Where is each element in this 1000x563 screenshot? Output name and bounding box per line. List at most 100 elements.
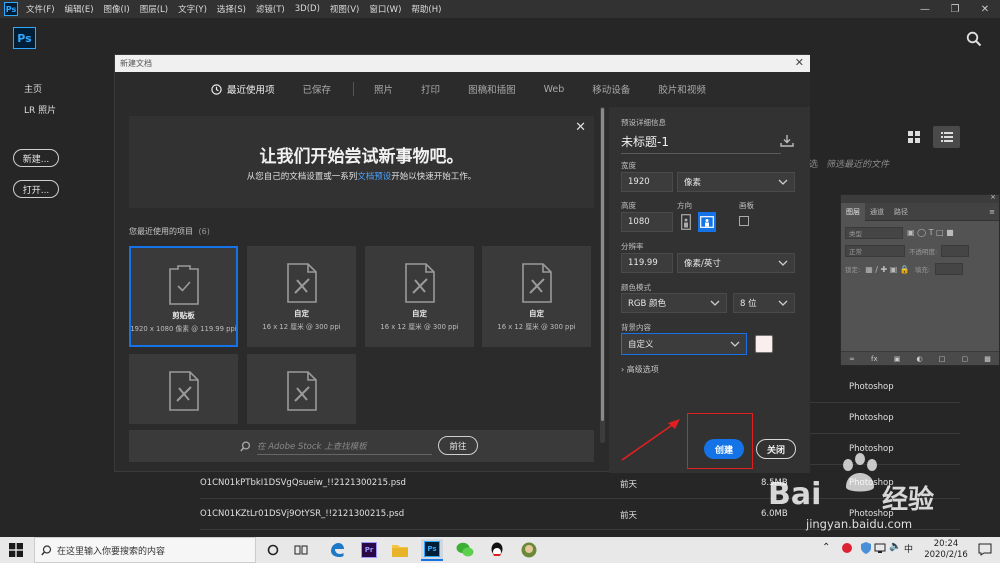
tray-shield-icon[interactable]: [860, 542, 872, 554]
resolution-input[interactable]: 119.99: [621, 253, 673, 273]
height-input[interactable]: 1080: [621, 212, 673, 232]
taskbar-search-input[interactable]: 在这里输入你要搜索的内容: [34, 537, 256, 563]
premiere-icon[interactable]: Pr: [358, 539, 380, 561]
menu-help[interactable]: 帮助(H): [411, 3, 441, 15]
qq-icon[interactable]: [486, 539, 508, 561]
grid-view-icon[interactable]: [903, 127, 925, 147]
mask-icon[interactable]: ▣: [894, 355, 901, 363]
panel-menu-icon[interactable]: ≡: [989, 208, 995, 216]
artboard-checkbox[interactable]: [739, 216, 749, 226]
advanced-options-toggle[interactable]: › 高级选项: [621, 364, 659, 375]
tab-saved[interactable]: 已保存: [303, 82, 332, 96]
preset-tabs: 最近使用项 已保存 照片 打印 图稿和插图 Web 移动设备 胶片和视频: [115, 72, 810, 106]
tab-paths[interactable]: 路径: [889, 207, 913, 217]
color-mode-select[interactable]: RGB 颜色: [621, 293, 727, 313]
tray-chevron-icon[interactable]: ⌃: [822, 542, 830, 553]
tab-film-video[interactable]: 胶片和视频: [658, 82, 706, 96]
menu-edit[interactable]: 编辑(E): [65, 3, 94, 15]
background-color-swatch[interactable]: [755, 335, 773, 353]
save-preset-icon[interactable]: [780, 135, 794, 147]
sidebar-item-home[interactable]: 主页: [24, 82, 42, 95]
preset-card[interactable]: [247, 354, 356, 424]
document-name-input[interactable]: 未标题-1: [621, 133, 781, 154]
sidebar-item-lr-photos[interactable]: LR 照片: [24, 103, 56, 116]
task-view-icon[interactable]: [290, 539, 312, 561]
list-view-icon[interactable]: [933, 126, 960, 148]
preset-card[interactable]: 自定 16 x 12 厘米 @ 300 ppi: [365, 246, 474, 347]
menu-image[interactable]: 图像(I): [104, 3, 130, 15]
menu-type[interactable]: 文字(Y): [178, 3, 207, 15]
clock[interactable]: 20:24 2020/2/16: [922, 539, 970, 561]
create-button[interactable]: 创建: [704, 439, 744, 459]
go-button[interactable]: 前往: [438, 436, 478, 455]
open-button[interactable]: 打开...: [13, 180, 59, 198]
menu-select[interactable]: 选择(S): [217, 3, 246, 15]
network-icon[interactable]: [874, 542, 886, 554]
preset-card[interactable]: 自定 16 x 12 厘米 @ 300 ppi: [482, 246, 591, 347]
width-input[interactable]: 1920: [621, 172, 673, 192]
menu-window[interactable]: 窗口(W): [369, 3, 401, 15]
restore-button[interactable]: ❐: [940, 0, 970, 18]
edge-icon[interactable]: [326, 539, 348, 561]
fx-icon[interactable]: fx: [871, 355, 878, 363]
resolution-unit-select[interactable]: 像素/英寸: [677, 253, 795, 273]
preset-card[interactable]: [129, 354, 238, 424]
tab-mobile[interactable]: 移动设备: [592, 82, 630, 96]
menu-view[interactable]: 视图(V): [330, 3, 359, 15]
tab-web[interactable]: Web: [544, 84, 565, 95]
blend-mode-select[interactable]: 正常: [845, 245, 905, 257]
adjustment-icon[interactable]: ◐: [917, 355, 923, 363]
menu-filter[interactable]: 滤镜(T): [256, 3, 285, 15]
baidu-watermark: Bai 经验 jingyan.baidu.com: [760, 453, 1000, 537]
tab-channels[interactable]: 通道: [865, 207, 889, 217]
document-presets-link[interactable]: 文档预设: [357, 172, 391, 182]
landscape-orientation-icon[interactable]: [698, 212, 716, 232]
tray-app-icon[interactable]: [841, 542, 853, 554]
new-layer-icon[interactable]: ▢: [962, 355, 969, 363]
filter-recent-input[interactable]: 筛选最近的文件: [826, 157, 889, 170]
link-layers-icon[interactable]: ∞: [849, 355, 855, 363]
preset-card[interactable]: 自定 16 x 12 厘米 @ 300 ppi: [247, 246, 356, 347]
scrollbar-thumb[interactable]: [601, 108, 604, 421]
menu-layer[interactable]: 图层(L): [140, 3, 168, 15]
annotation-arrow: [621, 419, 680, 461]
menu-3d[interactable]: 3D(D): [295, 4, 320, 14]
filter-icons[interactable]: ▣ ◯ T □ ■: [907, 228, 954, 237]
folder-icon[interactable]: □: [939, 355, 946, 363]
close-window-button[interactable]: ✕: [970, 0, 1000, 18]
tab-print[interactable]: 打印: [421, 82, 440, 96]
tab-art-illustration[interactable]: 图稿和插图: [468, 82, 516, 96]
fill-field[interactable]: [935, 263, 964, 275]
tab-photo[interactable]: 照片: [374, 82, 393, 96]
panel-titlebar[interactable]: ×: [841, 193, 999, 203]
windows-start-icon[interactable]: [9, 543, 23, 560]
trash-icon[interactable]: ▩: [984, 355, 991, 363]
resolution-label: 分辨率: [621, 242, 644, 251]
width-unit-select[interactable]: 像素: [677, 172, 795, 192]
photoshop-taskbar-icon[interactable]: Ps: [421, 539, 443, 561]
tab-recent[interactable]: 最近使用项: [211, 82, 275, 96]
search-icon[interactable]: [962, 27, 986, 51]
app-avatar-icon[interactable]: [518, 539, 540, 561]
layer-kind-filter[interactable]: 类型: [845, 226, 903, 239]
bit-depth-select[interactable]: 8 位: [733, 293, 795, 313]
menu-file[interactable]: 文件(F): [26, 3, 55, 15]
cortana-icon[interactable]: [262, 539, 284, 561]
tab-layers[interactable]: 图层: [841, 202, 865, 221]
volume-icon[interactable]: 🔈: [889, 541, 901, 552]
ime-indicator[interactable]: 中: [904, 542, 913, 555]
stock-search-input[interactable]: 在 Adobe Stock 上查找模板: [257, 440, 432, 455]
new-button[interactable]: 新建...: [13, 149, 59, 167]
panel-close-icon[interactable]: ×: [990, 193, 996, 201]
file-explorer-icon[interactable]: [389, 539, 411, 561]
opacity-field[interactable]: [941, 245, 970, 257]
preset-card[interactable]: 剪贴板 1920 x 1080 像素 @ 119.99 ppi: [129, 246, 238, 347]
wechat-icon[interactable]: [454, 539, 476, 561]
notification-icon[interactable]: [978, 543, 992, 556]
portrait-orientation-icon[interactable]: [677, 212, 695, 232]
dialog-close-icon[interactable]: ✕: [795, 56, 804, 69]
background-select[interactable]: 自定义: [621, 333, 747, 355]
minimize-button[interactable]: —: [910, 0, 940, 18]
lock-icons[interactable]: ▦ ∕ ✚ ▣ 🔒: [865, 265, 910, 274]
banner-close-icon[interactable]: ✕: [575, 120, 586, 135]
